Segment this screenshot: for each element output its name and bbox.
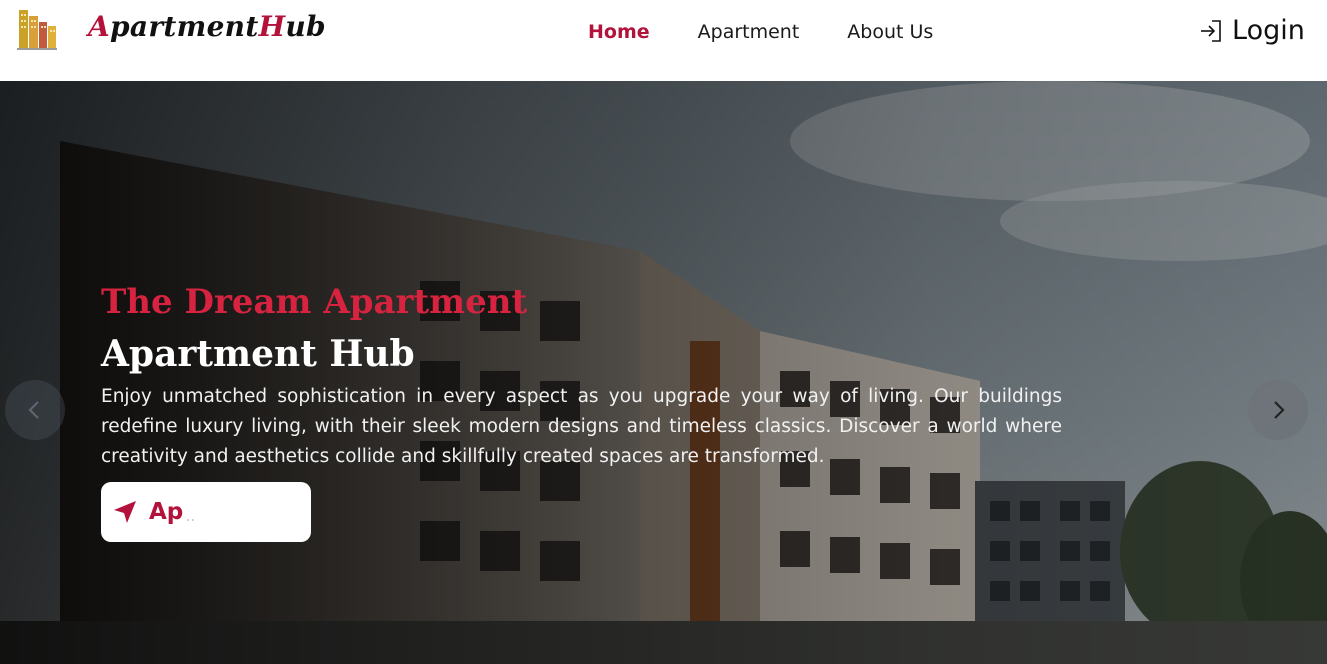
main-nav: Home Apartment About Us: [588, 19, 981, 45]
brand-initial-h: H: [258, 10, 286, 43]
login-button[interactable]: Login: [1198, 14, 1305, 48]
hero-cta-button[interactable]: Ap ..: [101, 482, 311, 542]
brand-initial-a: A: [88, 10, 111, 43]
building-logo-icon[interactable]: [15, 6, 59, 52]
login-label: Login: [1232, 15, 1305, 46]
carousel-next-button[interactable]: [1248, 380, 1308, 440]
brand-name[interactable]: ApartmentHub: [88, 10, 326, 43]
hero-cta-trailing: ..: [185, 505, 196, 525]
carousel-prev-button[interactable]: [5, 380, 65, 440]
chevron-right-icon: [1274, 401, 1285, 419]
brand-word-2: ub: [285, 10, 326, 43]
login-icon: [1201, 20, 1221, 42]
chevron-left-icon: [28, 401, 39, 419]
hero-cta-label: Ap: [149, 499, 184, 525]
hero-subtitle: The Dream Apartment: [101, 282, 528, 322]
hero-description: Enjoy unmatched sophistication in every …: [101, 386, 1062, 467]
top-navbar: ApartmentHub Home Apartment About Us Log…: [0, 0, 1327, 81]
location-arrow-icon: [114, 501, 136, 523]
hero-title: Apartment Hub: [101, 333, 415, 375]
hero-carousel: The Dream Apartment Apartment Hub Enjoy …: [0, 81, 1327, 664]
nav-apartment-link[interactable]: Apartment: [698, 19, 800, 45]
nav-about-us-link[interactable]: About Us: [847, 19, 933, 45]
nav-home-link[interactable]: Home: [588, 19, 650, 45]
brand-word-1: partment: [110, 10, 259, 43]
